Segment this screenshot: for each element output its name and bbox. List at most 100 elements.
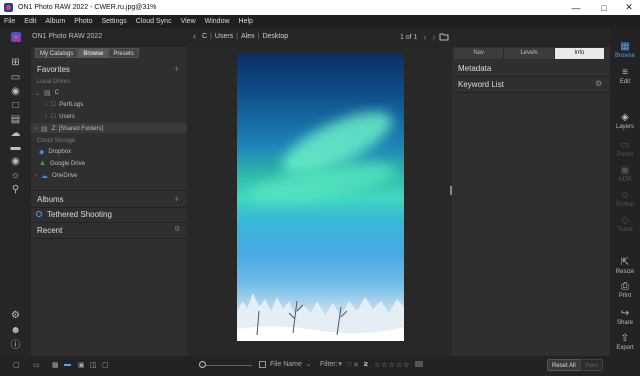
breadcrumb-item[interactable]: C: [202, 33, 207, 40]
close-icon[interactable]: ✕: [616, 0, 640, 15]
sync-button[interactable]: Sync: [580, 359, 604, 371]
camera-icon[interactable]: ◉: [9, 86, 22, 97]
settings-icon[interactable]: ⚙: [9, 310, 22, 321]
chevron-right-icon[interactable]: ›: [35, 173, 37, 179]
module-transform[interactable]: ◇ Trans: [610, 215, 640, 233]
heart-icon[interactable]: ♥: [338, 361, 342, 368]
grid-view-icon[interactable]: ▦: [52, 361, 59, 369]
computer-icon[interactable]: ▭: [9, 72, 22, 83]
breadcrumb-item[interactable]: Users: [215, 33, 233, 40]
keyword-list-title[interactable]: Keyword List: [458, 80, 504, 89]
menu-photo[interactable]: Photo: [74, 18, 92, 25]
star-rating-filter[interactable]: ☆☆☆☆☆: [374, 361, 410, 369]
filmstrip-view-icon[interactable]: ▬: [64, 361, 71, 368]
chevron-left-icon[interactable]: ‹: [193, 31, 196, 41]
cloud-item-google-drive[interactable]: ▲ Google Drive: [39, 160, 85, 167]
recent-title[interactable]: Recent: [37, 226, 62, 235]
recent-settings-icon[interactable]: ⚙: [174, 225, 180, 233]
user-icon[interactable]: ☻: [9, 325, 22, 336]
compare-view-icon[interactable]: ◫: [90, 361, 97, 369]
detail-view-icon[interactable]: ▣: [78, 361, 85, 369]
breadcrumb-item[interactable]: Alex: [241, 33, 255, 40]
info-panel-tabs: Nav Levels Info: [454, 48, 605, 59]
minimize-icon[interactable]: —: [563, 0, 589, 15]
tab-levels[interactable]: Levels: [504, 48, 555, 59]
breadcrumb-item[interactable]: Desktop: [262, 33, 288, 40]
metadata-title[interactable]: Metadata: [458, 64, 491, 73]
tab-presets[interactable]: Presets: [108, 48, 139, 58]
folder-icon[interactable]: [439, 32, 449, 41]
heart-outline-icon[interactable]: ♡: [346, 361, 352, 369]
chevron-right-icon[interactable]: ›: [45, 102, 47, 108]
rating-operator-icon[interactable]: ≥: [364, 361, 368, 368]
color-label-filter[interactable]: [415, 361, 423, 367]
add-album-icon[interactable]: +: [174, 194, 179, 204]
folder-icon[interactable]: □: [9, 100, 22, 111]
module-print[interactable]: ⎙ Print: [610, 281, 640, 299]
menu-window[interactable]: Window: [205, 18, 230, 25]
module-resize[interactable]: ⇱ Resize: [610, 257, 640, 275]
module-portrait[interactable]: ☺ Portrai: [610, 190, 640, 208]
chevron-down-icon[interactable]: ⌄: [306, 361, 311, 368]
tree-item-perflogs[interactable]: › □ PerfLogs: [45, 101, 83, 108]
module-browse[interactable]: ▦ Browse: [610, 41, 640, 59]
cloud-item-dropbox[interactable]: ◆ Dropbox: [39, 148, 71, 156]
tree-item-c[interactable]: ⌄ ▤ C: [35, 89, 59, 97]
panel-toggle-icon[interactable]: ▢: [13, 361, 20, 369]
module-share[interactable]: ↪ Share: [610, 308, 640, 326]
menu-view[interactable]: View: [181, 18, 196, 25]
tab-info[interactable]: Info: [554, 48, 605, 59]
module-panorama[interactable]: ▭ Paren: [610, 140, 640, 158]
sort-by-label[interactable]: File Name: [270, 361, 302, 368]
album-icon[interactable]: ▤: [9, 114, 22, 125]
module-hdr[interactable]: ▣ HDR: [610, 165, 640, 183]
preview-image[interactable]: [237, 53, 404, 341]
select-checkbox[interactable]: [259, 361, 266, 368]
albums-title[interactable]: Albums: [37, 195, 64, 204]
cloud-icon[interactable]: ☁: [9, 128, 22, 139]
chevron-left-icon[interactable]: ‹: [424, 32, 427, 42]
tab-my-catalogs[interactable]: My Catalogs: [35, 48, 79, 58]
module-edit[interactable]: ≡ Edit: [610, 67, 640, 85]
favorites-title[interactable]: Favorites: [37, 65, 70, 74]
reject-icon[interactable]: ✕: [353, 361, 359, 369]
help-icon[interactable]: ⓘ: [9, 340, 22, 351]
map-view-icon[interactable]: ▢: [102, 361, 109, 369]
chevron-right-icon[interactable]: ›: [35, 126, 37, 132]
module-export[interactable]: ⇧ Export: [610, 333, 640, 351]
tab-nav[interactable]: Nav: [454, 48, 505, 59]
reset-all-button[interactable]: Reset All: [547, 359, 581, 371]
recent-icon[interactable]: ☼: [9, 170, 22, 181]
menu-edit[interactable]: Edit: [24, 18, 36, 25]
info-panel: [452, 47, 610, 356]
add-icon[interactable]: ⊞: [9, 57, 22, 68]
app-icon: [4, 3, 13, 12]
cloud-item-onedrive[interactable]: › ☁ OneDrive: [35, 172, 77, 180]
menu-settings[interactable]: Settings: [101, 18, 126, 25]
tree-item-users[interactable]: › □ Users: [45, 113, 75, 120]
panorama-icon: ▭: [620, 140, 630, 151]
cloud-item-label: Google Drive: [49, 160, 85, 167]
slider-knob[interactable]: [199, 361, 206, 368]
menu-album[interactable]: Album: [45, 18, 65, 25]
menu-file[interactable]: File: [4, 18, 15, 25]
chevron-right-icon[interactable]: ›: [45, 114, 47, 120]
menu-help[interactable]: Help: [239, 18, 253, 25]
tethered-icon[interactable]: ◉: [9, 156, 22, 167]
menu-cloud-sync[interactable]: Cloud Sync: [136, 18, 172, 25]
tree-item-shared-folders[interactable]: › ▤ Z: [Shared Folders]: [35, 125, 103, 133]
tab-browse[interactable]: Browse: [78, 48, 109, 58]
chevron-down-icon[interactable]: ⌄: [35, 90, 40, 97]
module-layers[interactable]: ◈ Layers: [610, 112, 640, 130]
cloud-item-label: Dropbox: [48, 149, 72, 155]
gear-icon[interactable]: ⚙: [595, 79, 602, 88]
thumbnail-size-slider[interactable]: [200, 365, 252, 366]
layers-icon[interactable]: ▬: [9, 142, 22, 153]
tethered-shooting-title[interactable]: Tethered Shooting: [47, 210, 112, 219]
drive-icon: ▤: [44, 90, 51, 97]
chevron-right-icon[interactable]: ›: [433, 32, 436, 42]
filmstrip-icon[interactable]: ▭: [33, 361, 40, 369]
add-favorite-icon[interactable]: +: [174, 64, 179, 74]
search-icon[interactable]: ⚲: [9, 184, 22, 195]
maximize-icon[interactable]: □: [591, 0, 617, 15]
